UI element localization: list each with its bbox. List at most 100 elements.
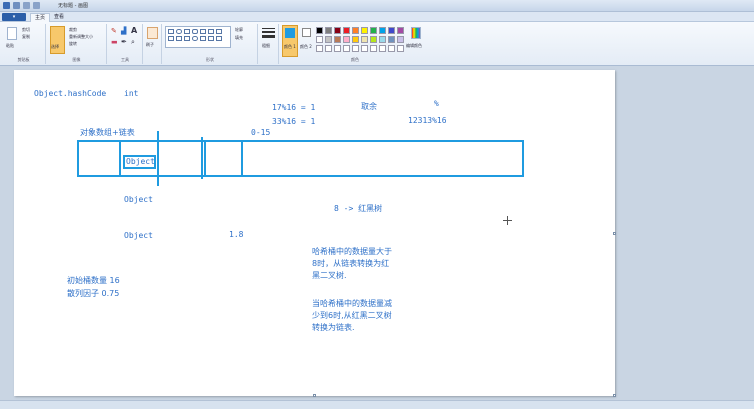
obj2-text: Object	[124, 195, 153, 204]
heart-shape-icon[interactable]	[200, 36, 206, 41]
undo-icon[interactable]	[23, 2, 30, 9]
hexagon-shape-icon[interactable]	[216, 36, 222, 41]
hashcode-text: Object.hashCode	[34, 89, 107, 98]
color-picker-icon[interactable]: ✒	[121, 38, 127, 46]
crop-button[interactable]: 裁剪	[69, 27, 77, 33]
bucket-divider	[204, 142, 206, 175]
eraser-icon[interactable]: ▬	[111, 38, 118, 46]
color2-swatch[interactable]	[302, 28, 311, 37]
size-button[interactable]: 粗细	[262, 43, 270, 49]
rectangle-shape-icon[interactable]	[184, 29, 190, 34]
edit-colors-icon[interactable]	[411, 27, 421, 39]
paste-button[interactable]: 粘贴	[6, 43, 14, 49]
app-icon	[3, 2, 10, 9]
note1-line: 哈希桶中的数据量大于	[312, 247, 392, 256]
palette-empty-swatch[interactable]	[397, 45, 404, 52]
tab-home[interactable]: 主页	[30, 13, 51, 22]
text-icon[interactable]: A	[131, 26, 137, 35]
canvas-resize-handle-right[interactable]	[613, 232, 616, 235]
obj3-text: Object	[124, 231, 153, 240]
palette-empty-swatch[interactable]	[361, 45, 368, 52]
range-text: 0-15	[251, 128, 271, 137]
palette-swatch[interactable]	[343, 27, 350, 34]
palette-swatch[interactable]	[370, 36, 377, 43]
triangle-shape-icon[interactable]	[208, 29, 214, 34]
colors-group: 颜色 1 颜色 2 编辑颜色 颜色	[280, 24, 430, 64]
palette-swatch[interactable]	[388, 27, 395, 34]
callout-shape-icon[interactable]	[184, 36, 190, 41]
edit-colors-button[interactable]: 编辑颜色	[406, 43, 422, 49]
shapes-label: 形状	[206, 57, 214, 62]
diamond-shape-icon[interactable]	[216, 29, 222, 34]
fill-button[interactable]: 填充	[235, 35, 243, 41]
tab-view[interactable]: 查看	[50, 13, 68, 22]
resize-button[interactable]: 重新调整大小	[69, 34, 93, 40]
palette-swatch[interactable]	[361, 27, 368, 34]
image-label: 图像	[72, 57, 81, 62]
magnifier-icon[interactable]: ⌕	[131, 38, 135, 47]
palette-swatch[interactable]	[352, 27, 359, 34]
cloud-shape-icon[interactable]	[192, 36, 198, 41]
polygon-shape-icon[interactable]	[200, 29, 206, 34]
palette-swatch[interactable]	[379, 36, 386, 43]
palette-swatch[interactable]	[361, 36, 368, 43]
bucket-divider	[119, 142, 121, 175]
palette-empty-swatch[interactable]	[316, 45, 323, 52]
fill-icon[interactable]: ▟	[121, 27, 126, 35]
palette-swatch[interactable]	[325, 27, 332, 34]
line-shape-icon[interactable]	[168, 29, 174, 34]
pencil-icon[interactable]: ✎	[111, 27, 117, 35]
palette-swatch[interactable]	[388, 36, 395, 43]
palette-swatch[interactable]	[316, 27, 323, 34]
rounded-rect-shape-icon[interactable]	[192, 29, 198, 34]
palette-empty-swatch[interactable]	[352, 45, 359, 52]
palette-swatch[interactable]	[397, 27, 404, 34]
palette-empty-swatch[interactable]	[370, 45, 377, 52]
select-label: 选择	[51, 44, 59, 49]
shapes-gallery[interactable]	[165, 26, 231, 48]
brush-icon[interactable]	[147, 27, 158, 39]
brushes-button[interactable]: 刷子	[146, 42, 154, 48]
int-text: int	[124, 89, 139, 98]
palette-swatch[interactable]	[397, 36, 404, 43]
copy-button[interactable]: 复制	[22, 34, 30, 40]
palette-empty-swatch[interactable]	[325, 45, 332, 52]
palette-empty-swatch[interactable]	[343, 45, 350, 52]
palette-swatch[interactable]	[379, 27, 386, 34]
tools-label: 工具	[121, 57, 129, 62]
image-group: 选择 裁剪 重新调整大小 旋转 图像	[47, 24, 107, 64]
note1-block: 哈希桶中的数据量大于 8时，从链表转换为红 黑二叉树.	[312, 246, 392, 282]
palette-empty-swatch[interactable]	[388, 45, 395, 52]
save-icon[interactable]	[13, 2, 20, 9]
palette-swatch[interactable]	[316, 36, 323, 43]
bucket-divider-tall	[201, 137, 203, 179]
file-menu-button[interactable]: ▾	[2, 13, 26, 21]
palette-swatch[interactable]	[325, 36, 332, 43]
palette-swatch[interactable]	[352, 36, 359, 43]
palette-swatch[interactable]	[334, 27, 341, 34]
color2-label: 颜色 2	[300, 44, 312, 49]
arrow-shape-icon[interactable]	[168, 36, 174, 41]
canvas-resize-handle-bottom[interactable]	[313, 394, 316, 397]
example-text: 12313%16	[408, 116, 447, 125]
oval-shape-icon[interactable]	[176, 29, 182, 34]
note1-line: 8时，从链表转换为红	[312, 259, 390, 268]
palette-empty-swatch[interactable]	[334, 45, 341, 52]
palette-swatch[interactable]	[343, 36, 350, 43]
status-bar	[0, 400, 754, 409]
clipboard-group: 粘贴 剪切 复制 剪贴板	[2, 24, 46, 64]
palette-swatch[interactable]	[334, 36, 341, 43]
note2-line: 少到6时,从红黑二叉树	[312, 311, 392, 320]
star-shape-icon[interactable]	[176, 36, 182, 41]
canvas-resize-handle-corner[interactable]	[613, 394, 616, 397]
paste-icon[interactable]	[7, 27, 17, 40]
rotate-button[interactable]: 旋转	[69, 41, 77, 47]
palette-empty-swatch[interactable]	[379, 45, 386, 52]
drawing-canvas[interactable]: Object.hashCode int 17%16 = 1 33%16 = 1 …	[14, 70, 615, 396]
redo-icon[interactable]	[33, 2, 40, 9]
palette-swatch[interactable]	[370, 27, 377, 34]
outline-button[interactable]: 轮廓	[235, 27, 243, 33]
shapes-group: 轮廓 填充 形状	[163, 24, 258, 64]
cut-button[interactable]: 剪切	[22, 27, 30, 33]
lightning-shape-icon[interactable]	[208, 36, 214, 41]
